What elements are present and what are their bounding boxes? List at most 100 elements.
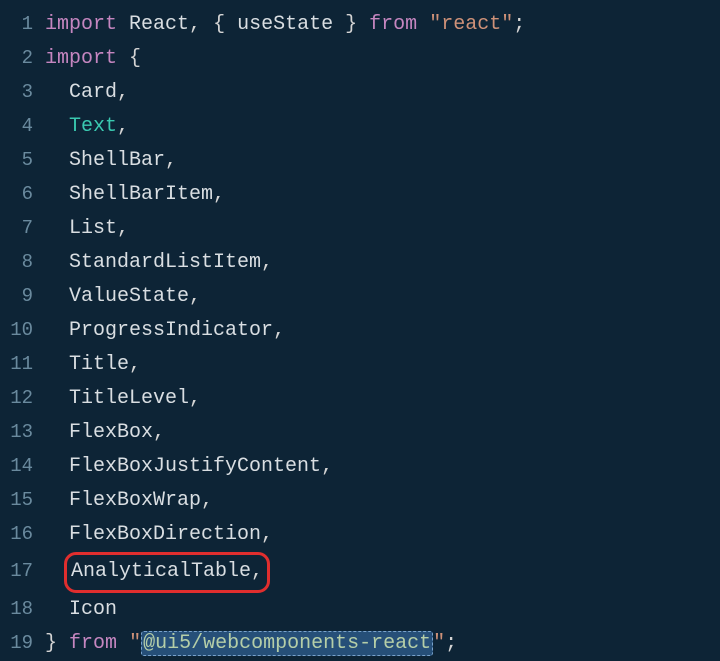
- code-line[interactable]: 8 StandardListItem,: [0, 246, 720, 280]
- indent: [45, 149, 69, 172]
- comma: ,: [273, 319, 285, 342]
- ident-shellbaritem: ShellBarItem: [69, 183, 213, 206]
- code-line[interactable]: 9 ValueState,: [0, 280, 720, 314]
- space: [57, 632, 69, 655]
- comma: ,: [201, 489, 213, 512]
- line-number: 17: [0, 555, 45, 587]
- code-line[interactable]: 11 Title,: [0, 348, 720, 382]
- ident-flexboxdirection: FlexBoxDirection: [69, 523, 261, 546]
- line-content[interactable]: ValueState,: [45, 280, 720, 314]
- comma: ,: [189, 285, 201, 308]
- line-content[interactable]: TitleLevel,: [45, 382, 720, 416]
- code-line[interactable]: 14 FlexBoxJustifyContent,: [0, 450, 720, 484]
- ident-valuestate: ValueState: [69, 285, 189, 308]
- line-number: 12: [0, 382, 45, 414]
- code-line[interactable]: 19 } from "@ui5/webcomponents-react";: [0, 627, 720, 661]
- line-content[interactable]: FlexBox,: [45, 416, 720, 450]
- brace-open: {: [213, 13, 225, 36]
- ident-react: React: [129, 13, 189, 36]
- indent: [45, 251, 69, 274]
- space: [117, 632, 129, 655]
- line-content[interactable]: FlexBoxWrap,: [45, 484, 720, 518]
- code-line[interactable]: 2 import {: [0, 42, 720, 76]
- space: [117, 13, 129, 36]
- indent: [45, 353, 69, 376]
- line-number: 7: [0, 212, 45, 244]
- line-content[interactable]: import {: [45, 42, 720, 76]
- line-content[interactable]: Icon: [45, 593, 720, 627]
- ident-icon: Icon: [69, 598, 117, 621]
- line-number: 11: [0, 348, 45, 380]
- comma: ,: [213, 183, 225, 206]
- comma: ,: [129, 353, 141, 376]
- space: [333, 13, 345, 36]
- indent: [45, 319, 69, 342]
- code-line[interactable]: 17 AnalyticalTable,: [0, 552, 720, 593]
- line-number: 10: [0, 314, 45, 346]
- brace-open: {: [129, 47, 141, 70]
- comma: ,: [251, 560, 263, 583]
- ident-flexboxjustifycontent: FlexBoxJustifyContent: [69, 455, 321, 478]
- line-content[interactable]: AnalyticalTable,: [45, 552, 720, 593]
- line-content[interactable]: FlexBoxJustifyContent,: [45, 450, 720, 484]
- ident-progressindicator: ProgressIndicator: [69, 319, 273, 342]
- ident-analyticaltable: AnalyticalTable: [71, 560, 251, 583]
- indent: [45, 285, 69, 308]
- line-content[interactable]: FlexBoxDirection,: [45, 518, 720, 552]
- comma: ,: [153, 421, 165, 444]
- ident-usestate: useState: [237, 13, 333, 36]
- line-number: 5: [0, 144, 45, 176]
- code-line[interactable]: 13 FlexBox,: [0, 416, 720, 450]
- comma: ,: [117, 217, 129, 240]
- indent: [45, 523, 69, 546]
- code-line[interactable]: 16 FlexBoxDirection,: [0, 518, 720, 552]
- keyword-import: import: [45, 13, 117, 36]
- code-line[interactable]: 6 ShellBarItem,: [0, 178, 720, 212]
- line-content[interactable]: ProgressIndicator,: [45, 314, 720, 348]
- line-number: 15: [0, 484, 45, 516]
- code-line[interactable]: 7 List,: [0, 212, 720, 246]
- space: [201, 13, 213, 36]
- ident-list: List: [69, 217, 117, 240]
- comma: ,: [261, 251, 273, 274]
- indent: [45, 421, 69, 444]
- code-editor[interactable]: 1 import React, { useState } from "react…: [0, 8, 720, 661]
- line-number: 3: [0, 76, 45, 108]
- space: [357, 13, 369, 36]
- line-number: 13: [0, 416, 45, 448]
- code-line[interactable]: 3 Card,: [0, 76, 720, 110]
- line-content[interactable]: } from "@ui5/webcomponents-react";: [45, 627, 720, 661]
- comma: ,: [117, 115, 129, 138]
- code-line[interactable]: 18 Icon: [0, 593, 720, 627]
- brace-close: }: [45, 632, 57, 655]
- line-content[interactable]: Title,: [45, 348, 720, 382]
- comma: ,: [261, 523, 273, 546]
- line-content[interactable]: import React, { useState } from "react";: [45, 8, 720, 42]
- comma: ,: [321, 455, 333, 478]
- line-number: 14: [0, 450, 45, 482]
- ident-standardlistitem: StandardListItem: [69, 251, 261, 274]
- space: [225, 13, 237, 36]
- ident-flexboxwrap: FlexBoxWrap: [69, 489, 201, 512]
- code-line[interactable]: 15 FlexBoxWrap,: [0, 484, 720, 518]
- line-content[interactable]: ShellBarItem,: [45, 178, 720, 212]
- line-content[interactable]: ShellBar,: [45, 144, 720, 178]
- comma: ,: [165, 149, 177, 172]
- keyword-from: from: [369, 13, 417, 36]
- code-line[interactable]: 12 TitleLevel,: [0, 382, 720, 416]
- line-content[interactable]: List,: [45, 212, 720, 246]
- space: [117, 47, 129, 70]
- code-line[interactable]: 4 Text,: [0, 110, 720, 144]
- code-line[interactable]: 10 ProgressIndicator,: [0, 314, 720, 348]
- indent: [45, 489, 69, 512]
- line-content[interactable]: Card,: [45, 76, 720, 110]
- line-number: 4: [0, 110, 45, 142]
- keyword-from: from: [69, 632, 117, 655]
- space: [417, 13, 429, 36]
- line-content[interactable]: Text,: [45, 110, 720, 144]
- string-quote-open: ": [129, 632, 141, 655]
- ident-text: Text: [69, 115, 117, 138]
- line-content[interactable]: StandardListItem,: [45, 246, 720, 280]
- code-line[interactable]: 5 ShellBar,: [0, 144, 720, 178]
- code-line[interactable]: 1 import React, { useState } from "react…: [0, 8, 720, 42]
